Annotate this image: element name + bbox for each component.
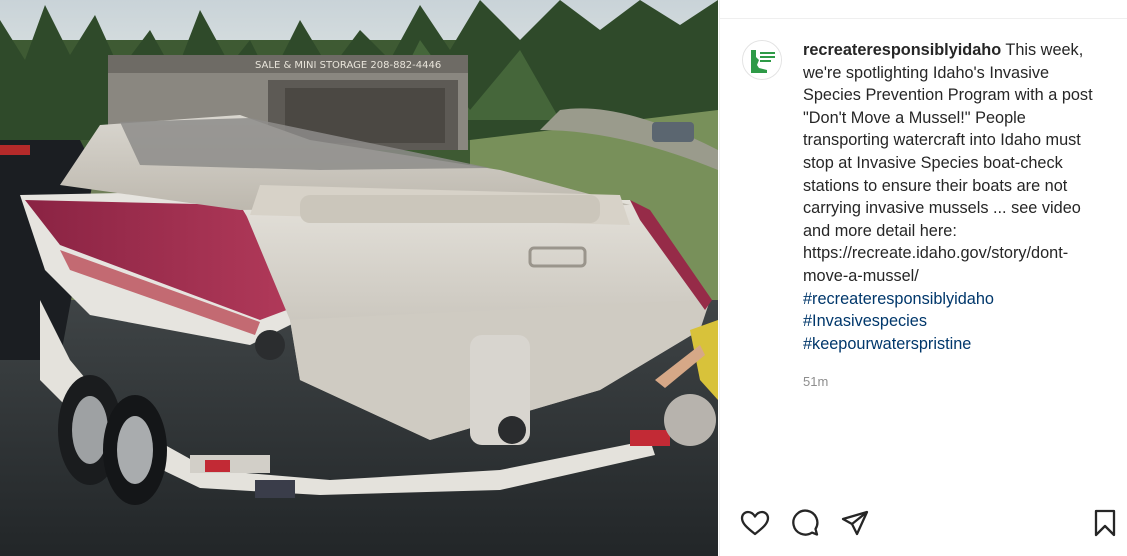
- heart-icon: [740, 510, 770, 536]
- like-button[interactable]: [740, 508, 770, 538]
- share-button[interactable]: [840, 508, 870, 538]
- post-image[interactable]: SALE & MINI STORAGE 208-882-4446: [0, 0, 718, 556]
- comment-icon: [792, 509, 819, 536]
- bookmark-icon: [1094, 509, 1116, 537]
- post-caption: recreateresponsiblyidaho This week, we'r…: [803, 39, 1108, 355]
- comment-button[interactable]: [790, 508, 820, 538]
- avatar[interactable]: [742, 40, 782, 80]
- divider: [720, 18, 1127, 19]
- idaho-logo-icon: [743, 41, 781, 79]
- hashtag-recreateresponsiblyidaho[interactable]: #recreateresponsiblyidaho: [803, 288, 1108, 311]
- username-link[interactable]: recreateresponsiblyidaho: [803, 41, 1001, 59]
- save-button[interactable]: [1090, 508, 1120, 538]
- post-timestamp[interactable]: 51m: [803, 374, 828, 389]
- hashtag-invasivespecies[interactable]: #Invasivespecies: [803, 310, 1108, 333]
- post-details-panel: recreateresponsiblyidaho This week, we'r…: [719, 0, 1127, 556]
- boat-on-trailer-photo: SALE & MINI STORAGE 208-882-4446: [0, 0, 718, 556]
- instagram-post: SALE & MINI STORAGE 208-882-4446 recreat…: [0, 0, 1127, 556]
- hashtag-keepourwaterspristine[interactable]: #keepourwaterspristine: [803, 333, 1108, 356]
- send-icon: [841, 510, 869, 536]
- caption-text: This week, we're spotlighting Idaho's In…: [803, 41, 1093, 285]
- storage-sign-text: SALE & MINI STORAGE 208-882-4446: [255, 60, 441, 71]
- action-bar: [720, 500, 1127, 544]
